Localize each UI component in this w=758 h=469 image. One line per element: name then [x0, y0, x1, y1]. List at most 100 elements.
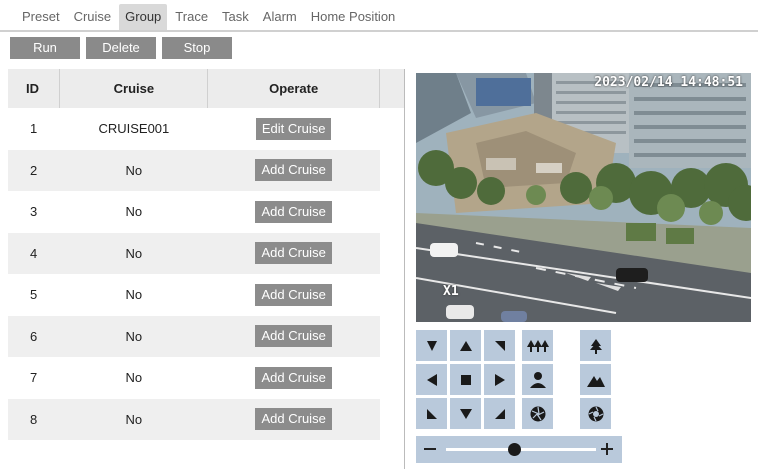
- extra-column-header: [379, 69, 405, 108]
- mountain-icon: [586, 375, 605, 387]
- table-row: 3 No Add Cruise: [8, 191, 405, 233]
- pan-down-right-button[interactable]: [484, 398, 515, 429]
- table-header-row: ID Cruise Operate: [8, 69, 405, 108]
- row-operate-cell: Add Cruise: [208, 191, 380, 233]
- table-row: 1 CRUISE001 Edit Cruise: [8, 108, 405, 150]
- operate-column-header: Operate: [207, 69, 381, 108]
- slider-track[interactable]: [446, 448, 596, 451]
- zoom-level-overlay: X1: [443, 284, 459, 299]
- pan-up-left-button[interactable]: [416, 330, 447, 361]
- row-extra-cell: [379, 108, 405, 150]
- ptz-stop-button[interactable]: [450, 364, 481, 395]
- add-cruise-button[interactable]: Add Cruise: [255, 242, 332, 265]
- tab-alarm[interactable]: Alarm: [257, 9, 303, 30]
- iris-close-button[interactable]: [522, 398, 553, 429]
- row-id: 8: [8, 398, 60, 440]
- cruise-column-header: Cruise: [59, 69, 209, 108]
- street-scene-image: [416, 73, 751, 322]
- arrow-right-icon: [494, 373, 505, 386]
- zoom-in-button[interactable]: [580, 330, 611, 361]
- zoom-out-trees-icon: [526, 339, 549, 352]
- add-cruise-button[interactable]: Add Cruise: [255, 325, 332, 348]
- arrow-down-right-icon: [494, 408, 505, 419]
- row-extra-cell: [379, 357, 405, 399]
- stop-button[interactable]: Stop: [162, 37, 232, 59]
- cruise-group-table: ID Cruise Operate 1 CRUISE001 Edit Cruise 2…: [8, 69, 405, 440]
- live-video-preview: 2023/02/14 14:48:51 X1: [416, 73, 751, 322]
- row-cruise: No: [59, 315, 208, 357]
- focus-near-button[interactable]: [522, 364, 553, 395]
- row-id: 4: [8, 232, 60, 274]
- slider-knob[interactable]: [507, 443, 521, 456]
- zoom-out-button[interactable]: [522, 330, 553, 361]
- row-cruise: No: [125, 370, 143, 386]
- add-cruise-button[interactable]: Add Cruise: [255, 159, 332, 182]
- tab-task[interactable]: Task: [216, 9, 255, 30]
- iris-open-button[interactable]: [580, 398, 611, 429]
- row-id: 1: [30, 121, 38, 137]
- pan-down-left-button[interactable]: [416, 398, 447, 429]
- arrow-up-right-icon: [494, 340, 505, 351]
- row-id: 3: [30, 204, 38, 220]
- row-extra-cell: [379, 232, 405, 274]
- ptz-tab-bar: Preset Cruise Group Trace Task Alarm Home Posi…: [0, 0, 758, 32]
- row-cruise: No: [125, 204, 143, 220]
- row-operate-cell: Add Cruise: [207, 315, 380, 357]
- panel-divider: [404, 69, 405, 469]
- tab-preset[interactable]: Preset: [16, 9, 66, 30]
- pan-right-button[interactable]: [484, 364, 515, 395]
- add-cruise-button[interactable]: Add Cruise: [255, 200, 332, 223]
- video-timestamp: 2023/02/14 14:48:51: [594, 75, 743, 90]
- row-id: 6: [8, 315, 60, 357]
- add-cruise-button[interactable]: Add Cruise: [255, 408, 332, 431]
- tab-cruise[interactable]: Cruise: [68, 9, 118, 30]
- table-row: 6 No Add Cruise: [8, 315, 405, 357]
- add-cruise-button[interactable]: Add Cruise: [255, 366, 332, 389]
- run-button[interactable]: Run: [10, 37, 80, 59]
- row-cruise: No: [125, 287, 143, 303]
- row-cruise: CRUISE001: [98, 121, 170, 137]
- ptz-speed-slider[interactable]: [416, 436, 622, 463]
- tab-group[interactable]: Group: [119, 4, 168, 30]
- group-toolbar: Run Delete Stop: [10, 37, 232, 59]
- arrow-left-icon: [426, 373, 437, 386]
- row-extra-cell: [379, 398, 405, 440]
- pan-up-right-button[interactable]: [484, 330, 515, 361]
- add-cruise-button[interactable]: Add Cruise: [255, 283, 332, 306]
- minus-icon[interactable]: [424, 448, 436, 450]
- arrow-down-icon: [459, 408, 472, 419]
- row-id: 2: [8, 149, 60, 191]
- table-row: 8 No Add Cruise: [8, 398, 405, 440]
- stop-square-icon: [460, 374, 471, 385]
- person-icon: [529, 371, 546, 388]
- tab-home-position[interactable]: Home Position: [305, 9, 402, 30]
- pan-left-button[interactable]: [416, 364, 447, 395]
- plus-icon-vertical[interactable]: [606, 443, 608, 455]
- tilt-up-button[interactable]: [450, 330, 481, 361]
- row-cruise: No: [59, 149, 208, 191]
- tab-trace[interactable]: Trace: [169, 9, 214, 30]
- focus-far-button[interactable]: [580, 364, 611, 395]
- delete-button[interactable]: Delete: [86, 37, 156, 59]
- edit-cruise-button[interactable]: Edit Cruise: [255, 117, 332, 140]
- row-cruise: No: [59, 398, 208, 440]
- iris-closed-icon: [530, 406, 545, 421]
- row-cruise: No: [59, 232, 208, 274]
- iris-open-icon: [588, 406, 603, 421]
- row-operate-cell: Add Cruise: [208, 357, 380, 399]
- table-row: 5 No Add Cruise: [8, 274, 405, 316]
- row-operate-cell: Add Cruise: [208, 274, 380, 316]
- row-extra-cell: [379, 274, 405, 316]
- row-id: 5: [30, 287, 38, 303]
- row-extra-cell: [379, 149, 405, 191]
- row-operate-cell: Add Cruise: [207, 149, 380, 191]
- row-operate-cell: Add Cruise: [207, 232, 380, 274]
- row-extra-cell: [379, 315, 405, 357]
- row-extra-cell: [379, 191, 405, 233]
- tilt-down-button[interactable]: [450, 398, 481, 429]
- row-operate-cell: Edit Cruise: [208, 108, 380, 150]
- table-row: 7 No Add Cruise: [8, 357, 405, 399]
- arrow-down-left-icon: [426, 408, 437, 419]
- zoom-in-tree-icon: [589, 338, 602, 354]
- table-row: 4 No Add Cruise: [8, 232, 405, 274]
